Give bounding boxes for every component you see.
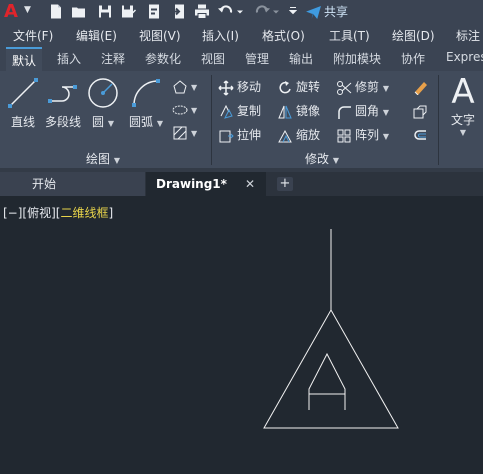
modify-group-title[interactable]: 修改 ▼ [305, 150, 339, 167]
hatch-button[interactable]: ▼ [172, 123, 197, 141]
text-label: 文字 [450, 113, 475, 127]
drawing-canvas [263, 229, 399, 429]
menu-tools[interactable]: 工具(T) [329, 27, 370, 44]
ellipse-icon [172, 105, 188, 114]
tab-output[interactable]: 输出 [289, 50, 313, 67]
rotate-button[interactable]: 旋转 [277, 78, 320, 96]
publish-icon[interactable] [146, 3, 162, 20]
tab-default[interactable]: 默认 [6, 47, 43, 71]
open-folder-icon[interactable] [71, 3, 87, 20]
text-button[interactable]: A 文字 ▼ [443, 73, 483, 137]
quick-access-toolbar: A ▼ 共享 [0, 0, 483, 24]
tab-drawing1[interactable]: Drawing1* ✕ [146, 172, 266, 196]
tab-insert[interactable]: 插入 [57, 50, 81, 67]
polygon-icon [173, 79, 187, 93]
arc-label: 圆弧 ▼ [129, 115, 163, 129]
polyline-button[interactable]: 多段线 [44, 77, 82, 130]
array-icon [337, 129, 351, 142]
redo-icon[interactable] [254, 3, 270, 20]
explode-icon[interactable] [412, 104, 428, 120]
new-tab-button[interactable]: + [277, 177, 293, 191]
hatch-icon [173, 126, 187, 139]
new-file-icon[interactable] [48, 3, 64, 20]
save-icon[interactable] [97, 3, 113, 20]
tab-express[interactable]: Expres [446, 50, 483, 64]
line-icon [8, 78, 38, 108]
erase-icon[interactable] [412, 79, 428, 95]
tab-start[interactable]: 开始 [0, 172, 145, 196]
scale-icon [278, 129, 292, 142]
save-as-icon[interactable] [120, 3, 136, 20]
menu-view[interactable]: 视图(V) [139, 27, 181, 44]
arc-button[interactable]: 圆弧 ▼ [128, 77, 164, 130]
close-tab-icon[interactable]: ✕ [245, 172, 255, 196]
group-separator [438, 75, 439, 165]
circle-button[interactable]: 圆 ▼ [86, 77, 120, 130]
tab-annotate[interactable]: 注释 [101, 50, 125, 67]
share-label: 共享 [324, 5, 349, 19]
fillet-button[interactable]: 圆角 ▼ [336, 102, 389, 120]
offset-icon[interactable] [412, 128, 428, 144]
autocad-logo-icon[interactable]: A [4, 2, 22, 22]
copy-icon [220, 104, 233, 119]
plot-printer-icon[interactable] [194, 3, 210, 20]
drawing-tab-label: Drawing1* [156, 177, 227, 191]
menu-edit[interactable]: 编辑(E) [76, 27, 117, 44]
line-label: 直线 [10, 115, 35, 129]
trim-button[interactable]: 修剪 ▼ [336, 78, 389, 96]
polygon-button[interactable]: ▼ [172, 77, 197, 95]
text-dropdown-icon[interactable]: ▼ [443, 128, 483, 137]
draw-group-title[interactable]: 绘图 ▼ [86, 150, 120, 167]
rotate-icon [279, 80, 291, 93]
app-menu-caret-icon[interactable]: ▼ [24, 5, 31, 15]
mirror-button[interactable]: 镜像 [277, 102, 320, 120]
tab-collaborate[interactable]: 协作 [401, 50, 425, 67]
move-button[interactable]: 移动 [218, 78, 261, 96]
ellipse-button[interactable]: ▼ [172, 100, 197, 118]
redo-dropdown-icon[interactable] [272, 3, 280, 20]
document-tabs: 开始 Drawing1* ✕ + [0, 172, 483, 196]
tab-view[interactable]: 视图 [201, 50, 225, 67]
customize-qat-icon[interactable] [289, 3, 297, 20]
line-button[interactable]: 直线 [6, 77, 40, 130]
trim-icon [337, 80, 352, 95]
stretch-icon [219, 130, 234, 142]
menu-file[interactable]: 文件(F) [13, 27, 53, 44]
mirror-icon [278, 105, 292, 118]
copy-button[interactable]: 复制 [218, 102, 261, 120]
fillet-icon [338, 105, 351, 119]
text-large-a-icon: A [451, 72, 475, 112]
ribbon-tabs: 默认 插入 注释 参数化 视图 管理 输出 附加模块 协作 Expres [0, 46, 483, 72]
tab-addins[interactable]: 附加模块 [333, 50, 381, 67]
circle-label: 圆 ▼ [92, 115, 114, 129]
scale-button[interactable]: 缩放 [277, 126, 320, 144]
share-button[interactable]: 共享 [306, 3, 348, 21]
ribbon-panel: 直线 多段线 圆 ▼ 圆弧 ▼ ▼ ▼ ▼ 绘图 ▼ 移动 复制 拉伸 旋转 镜… [0, 71, 483, 168]
menu-draw[interactable]: 绘图(D) [392, 27, 435, 44]
polyline-label: 多段线 [44, 115, 81, 129]
tab-manage[interactable]: 管理 [245, 50, 269, 67]
drawing-viewport[interactable]: [−][俯视][二维线框] [0, 196, 483, 474]
array-button[interactable]: 阵列 ▼ [336, 126, 389, 144]
menu-insert[interactable]: 插入(I) [202, 27, 239, 44]
drawing-outer-triangle [263, 308, 399, 429]
drawing-letter-a [308, 352, 346, 410]
undo-icon[interactable] [218, 3, 234, 20]
menu-format[interactable]: 格式(O) [262, 27, 305, 44]
circle-icon [88, 78, 118, 108]
import-icon[interactable] [170, 3, 186, 20]
arc-icon [132, 79, 160, 107]
paper-plane-icon [306, 6, 321, 19]
menu-bar: 文件(F) 编辑(E) 视图(V) 插入(I) 格式(O) 工具(T) 绘图(D… [0, 24, 483, 46]
undo-dropdown-icon[interactable] [236, 3, 244, 20]
group-separator [211, 75, 212, 165]
tab-parametric[interactable]: 参数化 [145, 50, 181, 67]
move-icon [218, 79, 234, 96]
menu-dimension[interactable]: 标注 [456, 27, 480, 44]
polyline-icon [48, 85, 77, 103]
stretch-button[interactable]: 拉伸 [218, 126, 261, 144]
